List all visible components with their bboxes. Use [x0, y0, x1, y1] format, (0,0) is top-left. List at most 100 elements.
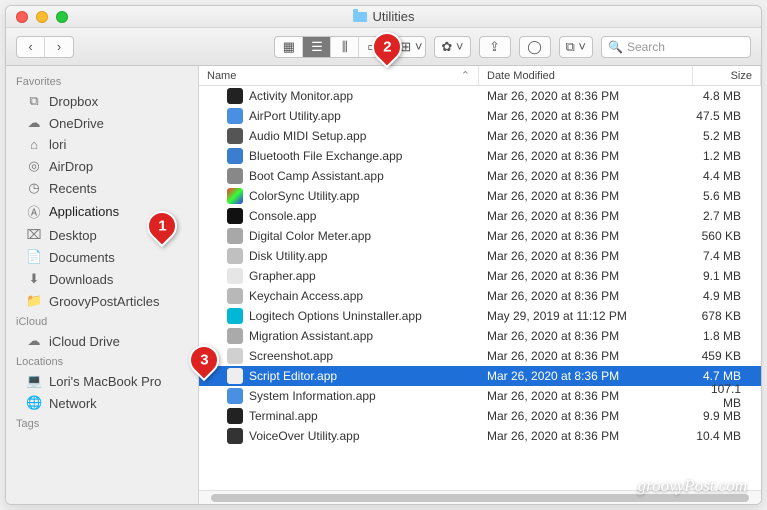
back-button[interactable]: ‹ — [17, 37, 45, 57]
view-list-button[interactable]: ☰ — [303, 37, 331, 57]
sidebar-item-label: Applications — [49, 204, 119, 219]
view-gallery-button[interactable]: ▭ — [359, 37, 387, 57]
titlebar: Utilities — [6, 6, 761, 28]
sidebar-item-recents[interactable]: ◷Recents — [6, 177, 198, 199]
column-header-name[interactable]: Name⌃ — [199, 66, 479, 85]
file-row[interactable]: Terminal.appMar 26, 2020 at 8:36 PM9.9 M… — [199, 406, 761, 426]
file-list-pane: Name⌃ Date Modified Size Activity Monito… — [199, 66, 761, 504]
sidebar-item-documents[interactable]: 📄Documents — [6, 246, 198, 268]
action-menu-button[interactable]: ✿ ˅ — [434, 36, 470, 58]
file-name: Console.app — [249, 209, 316, 223]
sidebar-item-lori[interactable]: ⌂lori — [6, 134, 198, 155]
file-row[interactable]: Keychain Access.appMar 26, 2020 at 8:36 … — [199, 286, 761, 306]
file-row[interactable]: VoiceOver Utility.appMar 26, 2020 at 8:3… — [199, 426, 761, 446]
cloud-icon: ☁ — [26, 333, 42, 349]
sidebar-item-onedrive[interactable]: ☁OneDrive — [6, 112, 198, 134]
file-size: 678 KB — [693, 309, 761, 323]
file-row[interactable]: AirPort Utility.appMar 26, 2020 at 8:36 … — [199, 106, 761, 126]
app-icon — [227, 148, 243, 164]
sidebar: Favorites⧉Dropbox☁OneDrive⌂lori◎AirDrop◷… — [6, 66, 199, 504]
file-date: Mar 26, 2020 at 8:36 PM — [479, 269, 693, 283]
search-field[interactable]: 🔍 Search — [601, 36, 751, 58]
sidebar-section-header: iCloud — [6, 312, 198, 330]
sidebar-item-label: OneDrive — [49, 116, 104, 131]
file-name: Digital Color Meter.app — [249, 229, 371, 243]
file-date: Mar 26, 2020 at 8:36 PM — [479, 129, 693, 143]
file-row[interactable]: Audio MIDI Setup.appMar 26, 2020 at 8:36… — [199, 126, 761, 146]
sidebar-item-airdrop[interactable]: ◎AirDrop — [6, 155, 198, 177]
downloads-icon: ⬇ — [26, 271, 42, 287]
file-row[interactable]: Screenshot.appMar 26, 2020 at 8:36 PM459… — [199, 346, 761, 366]
file-rows: Activity Monitor.appMar 26, 2020 at 8:36… — [199, 86, 761, 490]
file-date: Mar 26, 2020 at 8:36 PM — [479, 149, 693, 163]
app-icon — [227, 208, 243, 224]
sidebar-item-label: GroovyPostArticles — [49, 294, 160, 309]
file-row[interactable]: Disk Utility.appMar 26, 2020 at 8:36 PM7… — [199, 246, 761, 266]
column-header-size[interactable]: Size — [693, 66, 761, 85]
file-row[interactable]: ColorSync Utility.appMar 26, 2020 at 8:3… — [199, 186, 761, 206]
file-row[interactable]: Script Editor.appMar 26, 2020 at 8:36 PM… — [199, 366, 761, 386]
sidebar-item-network[interactable]: 🌐Network — [6, 392, 198, 414]
file-size: 9.9 MB — [693, 409, 761, 423]
finder-window: Utilities ‹ › ▦ ☰ ⫼ ▭ ⊞ ˅ ✿ ˅ ⇪ ◯ ⧉ ˅ 🔍 … — [5, 5, 762, 505]
search-placeholder: Search — [627, 40, 665, 54]
file-row[interactable]: Boot Camp Assistant.appMar 26, 2020 at 8… — [199, 166, 761, 186]
file-name: Script Editor.app — [249, 369, 337, 383]
file-row[interactable]: Digital Color Meter.appMar 26, 2020 at 8… — [199, 226, 761, 246]
view-columns-button[interactable]: ⫼ — [331, 37, 359, 57]
app-icon — [227, 408, 243, 424]
column-header-date[interactable]: Date Modified — [479, 66, 693, 85]
forward-button[interactable]: › — [45, 37, 73, 57]
sidebar-item-label: Lori's MacBook Pro — [49, 374, 161, 389]
sidebar-item-groovypostarticles[interactable]: 📁GroovyPostArticles — [6, 290, 198, 312]
dropbox-toolbar-button[interactable]: ⧉ ˅ — [559, 36, 594, 58]
watermark: groovyPost.com — [638, 476, 747, 496]
nav-buttons: ‹ › — [16, 36, 74, 58]
tags-button[interactable]: ◯ — [519, 36, 551, 58]
app-icon — [227, 228, 243, 244]
sidebar-item-dropbox[interactable]: ⧉Dropbox — [6, 90, 198, 112]
file-name: Boot Camp Assistant.app — [249, 169, 384, 183]
apps-icon: Ⓐ — [26, 202, 42, 221]
sidebar-item-lori-s-macbook-pro[interactable]: 💻Lori's MacBook Pro — [6, 370, 198, 392]
sidebar-item-label: Documents — [49, 250, 115, 265]
close-button[interactable] — [16, 11, 28, 23]
app-icon — [227, 288, 243, 304]
file-name: Migration Assistant.app — [249, 329, 373, 343]
search-icon: 🔍 — [608, 40, 623, 54]
file-name: AirPort Utility.app — [249, 109, 341, 123]
arrange-button[interactable]: ⊞ ˅ — [397, 37, 425, 57]
sidebar-item-desktop[interactable]: ⌧Desktop — [6, 224, 198, 246]
file-name: Disk Utility.app — [249, 249, 327, 263]
sidebar-item-downloads[interactable]: ⬇Downloads — [6, 268, 198, 290]
sidebar-item-label: Desktop — [49, 228, 97, 243]
share-button[interactable]: ⇪ — [479, 36, 511, 58]
arrange-group: ⊞ ˅ — [396, 36, 426, 58]
file-row[interactable]: System Information.appMar 26, 2020 at 8:… — [199, 386, 761, 406]
file-row[interactable]: Bluetooth File Exchange.appMar 26, 2020 … — [199, 146, 761, 166]
file-size: 9.1 MB — [693, 269, 761, 283]
file-name: Screenshot.app — [249, 349, 333, 363]
sidebar-item-applications[interactable]: Ⓐ Applications — [6, 199, 198, 224]
view-icons-button[interactable]: ▦ — [275, 37, 303, 57]
dropbox-icon: ⧉ — [26, 93, 42, 109]
file-date: May 29, 2019 at 11:12 PM — [479, 309, 693, 323]
file-row[interactable]: Console.appMar 26, 2020 at 8:36 PM2.7 MB — [199, 206, 761, 226]
minimize-button[interactable] — [36, 11, 48, 23]
app-icon — [227, 128, 243, 144]
file-name: Grapher.app — [249, 269, 316, 283]
file-date: Mar 26, 2020 at 8:36 PM — [479, 429, 693, 443]
zoom-button[interactable] — [56, 11, 68, 23]
file-row[interactable]: Logitech Options Uninstaller.appMay 29, … — [199, 306, 761, 326]
app-icon — [227, 368, 243, 384]
file-row[interactable]: Migration Assistant.appMar 26, 2020 at 8… — [199, 326, 761, 346]
file-row[interactable]: Grapher.app Mar 26, 2020 at 8:36 PM9.1 MB — [199, 266, 761, 286]
app-icon — [227, 428, 243, 444]
toolbar: ‹ › ▦ ☰ ⫼ ▭ ⊞ ˅ ✿ ˅ ⇪ ◯ ⧉ ˅ 🔍 Search — [6, 28, 761, 66]
file-name: Terminal.app — [249, 409, 318, 423]
app-icon — [227, 268, 243, 284]
file-row[interactable]: Activity Monitor.appMar 26, 2020 at 8:36… — [199, 86, 761, 106]
sidebar-item-icloud-drive[interactable]: ☁iCloud Drive — [6, 330, 198, 352]
file-size: 107.1 MB — [693, 382, 761, 410]
sidebar-item-label: Network — [49, 396, 97, 411]
